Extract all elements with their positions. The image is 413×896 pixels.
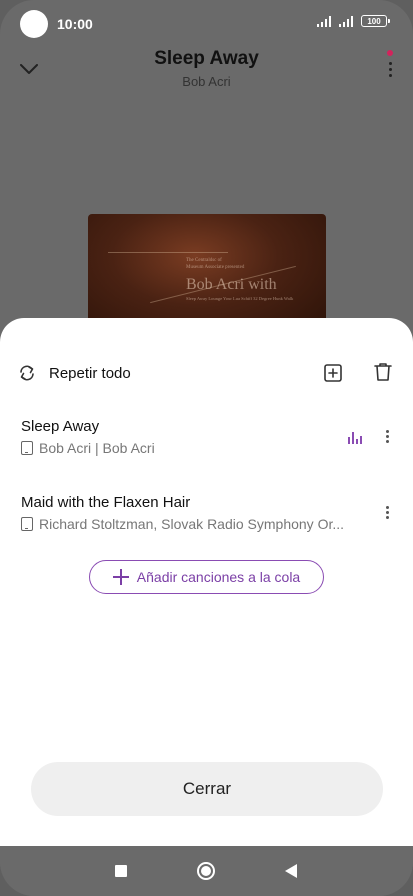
phone-screen: 10:00 100 Sleep Away Bob Acri The Centra…	[0, 0, 413, 896]
now-playing-artist: Bob Acri	[182, 74, 231, 89]
now-playing-title: Sleep Away	[154, 48, 259, 69]
more-dot	[385, 440, 389, 443]
close-button[interactable]: Cerrar	[31, 762, 383, 816]
device-icon	[21, 441, 33, 455]
album-art-tracklist: Sleep Away Lounge Your Lua Schiff 32 Deg…	[186, 296, 294, 301]
status-icons: 100	[317, 15, 390, 27]
plus-icon	[112, 569, 129, 585]
add-songs-to-queue-button[interactable]: Añadir canciones a la cola	[89, 560, 324, 594]
more-dot	[385, 435, 389, 438]
battery-icon: 100	[361, 15, 390, 27]
more-dot	[388, 73, 392, 77]
album-art: The Centraldsc of Museum Associate prese…	[88, 214, 326, 334]
home-button[interactable]	[197, 862, 215, 880]
queue-track-item[interactable]: Sleep Away Bob Acri | Bob Acri	[0, 418, 413, 474]
more-dot	[388, 61, 392, 65]
track-subtitle: Bob Acri | Bob Acri	[21, 440, 155, 456]
more-dot	[388, 67, 392, 71]
album-art-caption: The Centraldsc of	[186, 258, 222, 263]
add-to-playlist-icon[interactable]	[323, 363, 343, 383]
signal-icon	[339, 16, 353, 27]
back-button[interactable]	[285, 864, 297, 878]
battery-level: 100	[367, 16, 381, 26]
track-title: Maid with the Flaxen Hair	[21, 494, 191, 511]
repeat-mode-label[interactable]: Repetir todo	[49, 365, 131, 382]
device-icon	[21, 517, 33, 531]
add-songs-label: Añadir canciones a la cola	[136, 569, 301, 585]
navigation-bar	[0, 846, 413, 896]
album-art-caption: Museum Associate presented	[186, 265, 245, 270]
trash-icon[interactable]	[374, 362, 392, 382]
album-art-artist: Bob Acri with	[186, 276, 277, 293]
repeat-row: Repetir todo	[0, 354, 413, 394]
repeat-icon[interactable]	[18, 364, 36, 382]
status-time: 10:00	[57, 16, 93, 32]
track-artist-album: Richard Stoltzman, Slovak Radio Symphony…	[39, 516, 345, 532]
track-more-button[interactable]	[385, 430, 389, 443]
track-title: Sleep Away	[21, 418, 100, 435]
front-camera	[20, 10, 48, 38]
more-dot	[385, 506, 389, 509]
track-more-button[interactable]	[385, 506, 389, 519]
track-subtitle: Richard Stoltzman, Slovak Radio Symphony…	[21, 516, 344, 532]
signal-icon	[317, 16, 331, 27]
recents-button[interactable]	[115, 865, 127, 877]
status-bar: 10:00 100	[0, 0, 413, 48]
queue-track-item[interactable]: Maid with the Flaxen Hair Richard Stoltz…	[0, 494, 413, 550]
now-playing-equalizer-icon	[348, 432, 362, 444]
player-more-button[interactable]	[385, 56, 395, 82]
track-artist-album: Bob Acri | Bob Acri	[39, 440, 155, 456]
queue-sheet: Repetir todo Sleep Away Bob Acri | Bob A…	[0, 318, 413, 846]
more-dot	[385, 516, 389, 519]
album-art-line	[108, 252, 228, 253]
more-dot	[385, 511, 389, 514]
more-dot	[385, 430, 389, 433]
